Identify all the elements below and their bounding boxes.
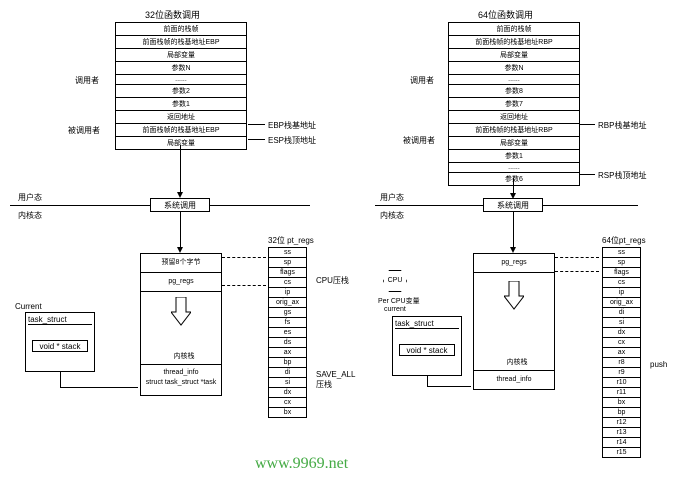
ptregs-title-64: 64位pt_regs [602,235,646,246]
push-lbl: push [650,360,667,369]
title-64: 64位函数调用 [478,8,533,21]
right-stack-frame: 前面的栈帧 前面栈帧的栈基地址RBP 局部变量 参数N ...... 参数8 参… [448,22,580,186]
connector [180,145,181,195]
big-arrow-icon [504,281,524,311]
userland-64: 用户态 [380,192,404,203]
big-arrow-icon [171,297,191,327]
per-cpu-lbl: Per CPU变量 [378,296,420,306]
lbl-callee-32: 被调用者 [68,125,100,136]
kernel-64: 内核态 [380,210,404,221]
kernel-stack-32: 预留8个字节 pg_regs 内核栈 thread_info struct ta… [140,253,222,396]
lbl-rsp: RSP栈顶地址 [598,170,646,181]
lbl-rbp: RBP栈基地址 [598,120,646,131]
syscall-64: 系统调用 [483,198,543,212]
syscall-32: 系统调用 [150,198,210,212]
lbl-caller-32: 调用者 [75,75,99,86]
left-stack-frame: 前面的栈帧 前面栈帧的栈基地址EBP 局部变量 参数N ...... 参数2 参… [115,22,247,150]
ptregs-title-32: 32位 pt_regs [268,235,314,246]
void-stack-32: void * stack [32,340,88,352]
void-stack-64: void * stack [399,344,455,356]
lbl-ebp: EBP栈基地址 [268,120,316,131]
save-all-lbl: SAVE_ALL 压栈 [316,370,355,390]
kernel-stack-64: pg_regs 内核栈 thread_info [473,253,555,390]
userland-32: 用户态 [18,192,42,203]
row: 前面的栈帧 [116,23,246,36]
ptregs-32-stack: ssspflagscsiporig_axgsfsesdsaxbpdisidxcx… [268,247,307,418]
title-32: 32位函数调用 [145,8,200,21]
ptregs-64-stack: ssspflagscsiporig_axdisidxcxaxr8r9r10r11… [602,247,641,458]
cpu-push-lbl: CPU压栈 [316,275,349,286]
lbl-esp: ESP栈顶地址 [268,135,316,146]
current-lbl-64: current [384,306,406,313]
kernel-32: 内核态 [18,210,42,221]
current-lbl-32: Current [15,302,42,311]
cpu-icon: CPU [383,270,407,292]
watermark: www.9969.net [255,455,348,473]
lbl-caller-64: 调用者 [410,75,434,86]
lbl-callee-64: 被调用者 [403,135,435,146]
